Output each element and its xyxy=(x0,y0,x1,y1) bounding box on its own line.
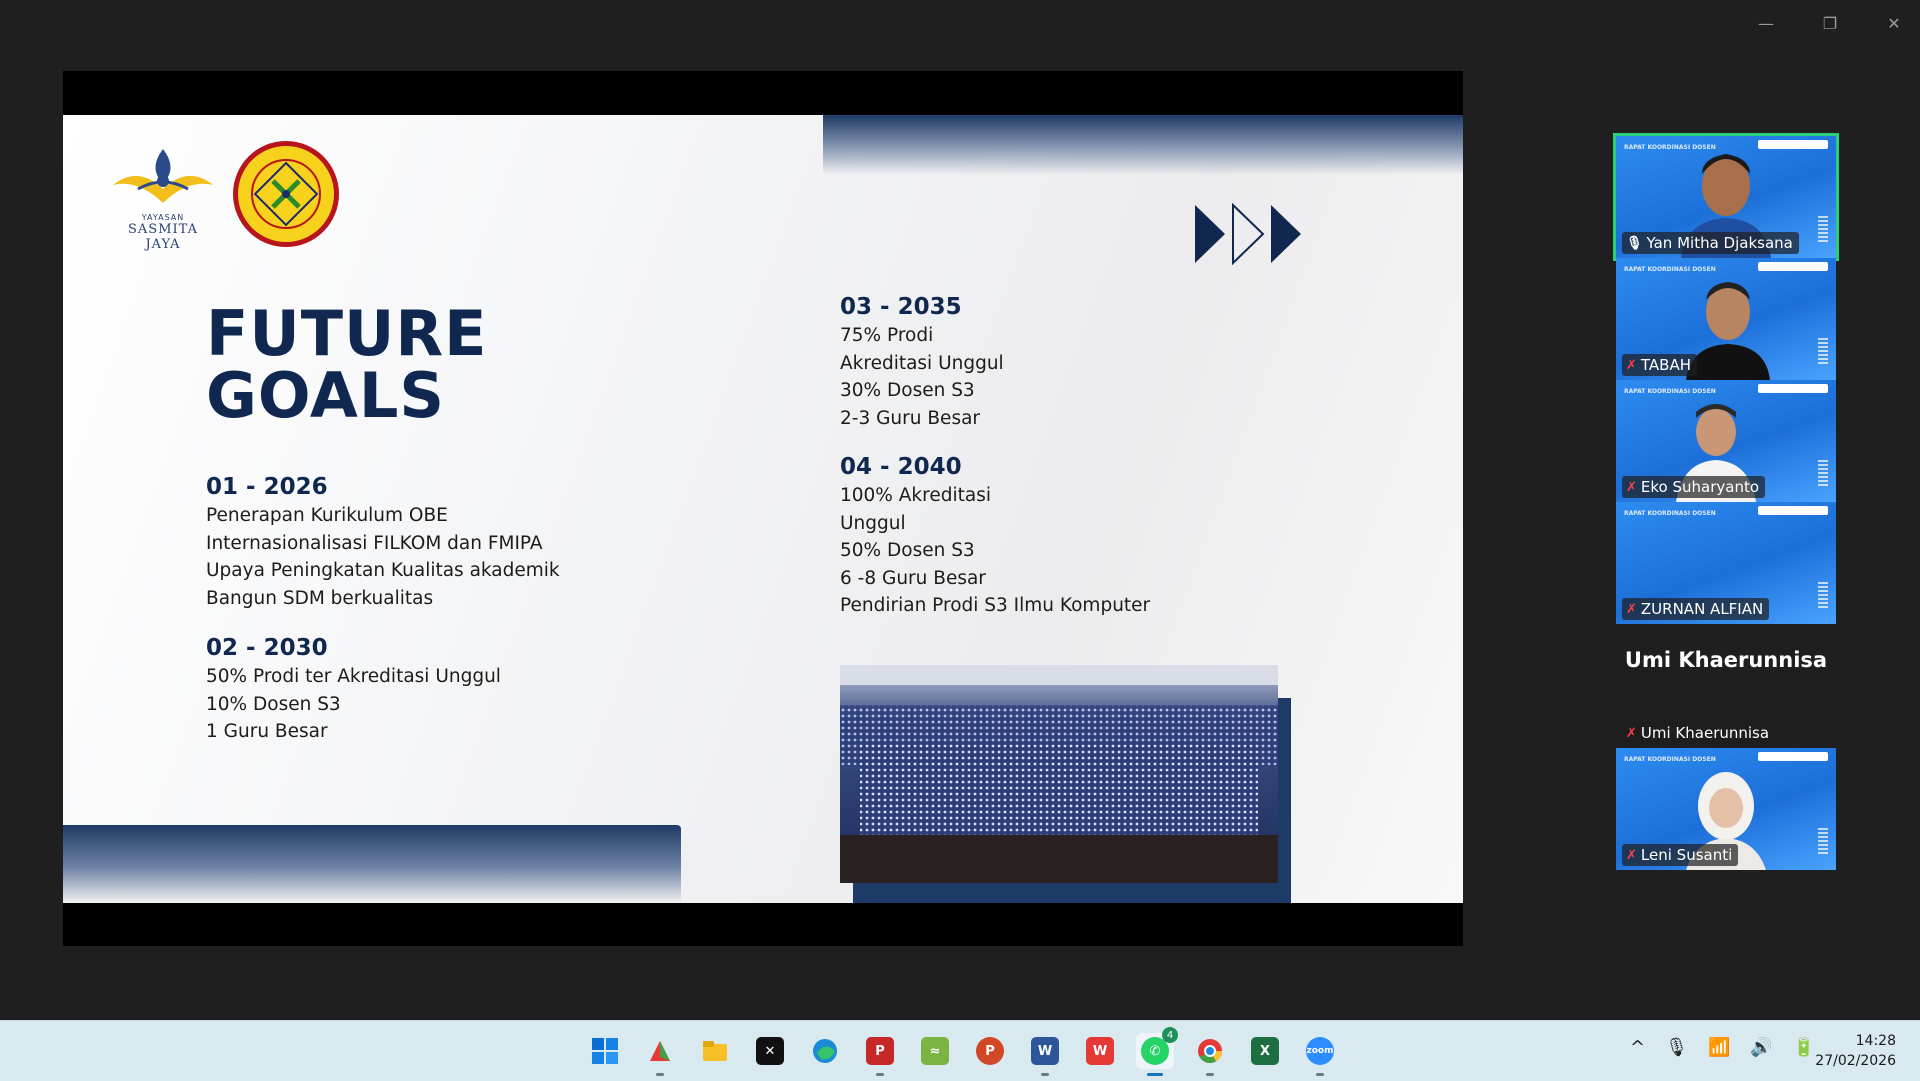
restore-icon[interactable]: ❐ xyxy=(1818,14,1842,33)
participant-tile[interactable]: RAPAT KOORDINASI DOSEN 🎙 Yan Mitha Djaksa… xyxy=(1613,133,1839,261)
chevron-up-icon[interactable]: ^ xyxy=(1630,1037,1645,1058)
goal-2026: 01 - 2026 Penerapan Kurikulum OBE Intern… xyxy=(206,474,560,609)
participant-tile[interactable]: RAPAT KOORDINASI DOSEN ✗ Leni Susanti xyxy=(1616,748,1836,870)
close-icon[interactable]: ✕ xyxy=(1882,14,1906,33)
taskbar-apps: ✕ P ≈ P W W ✆ 4 X zoom xyxy=(586,1027,1339,1076)
participant-tile[interactable]: RAPAT KOORDINASI DOSEN ✗ ZURNAN ALFIAN xyxy=(1616,502,1836,624)
system-tray: ^ 🎙 📶 🔊 🔋 xyxy=(1630,1037,1815,1058)
mic-muted-icon: ✗ xyxy=(1626,601,1637,617)
participant-name-tag: ✗ ZURNAN ALFIAN xyxy=(1622,598,1770,620)
yayasan-label: YAYASAN xyxy=(141,213,185,222)
app-generic-icon[interactable] xyxy=(641,1033,679,1076)
wps-office-icon[interactable]: W xyxy=(1081,1033,1119,1069)
notification-badge: 4 xyxy=(1162,1027,1178,1043)
clock[interactable]: 14:28 27/02/2026 xyxy=(1815,1031,1896,1071)
chrome-icon[interactable] xyxy=(1191,1033,1229,1076)
decor-bars xyxy=(1818,338,1828,364)
volume-icon[interactable]: 🔊 xyxy=(1750,1037,1772,1058)
pdf-editor-icon[interactable]: P xyxy=(861,1033,899,1076)
participant-tile[interactable]: RAPAT KOORDINASI DOSEN ✗ TABAH xyxy=(1616,258,1836,380)
unpam-seal-icon xyxy=(233,141,339,247)
goal-2030: 02 - 2030 50% Prodi ter Akreditasi Unggu… xyxy=(206,635,501,742)
file-explorer-icon[interactable] xyxy=(696,1033,734,1069)
participant-name-tag: ✗ TABAH xyxy=(1622,354,1697,376)
graduation-crowd-photo xyxy=(840,665,1278,883)
bottom-band xyxy=(63,825,681,903)
participant-tile-video-off[interactable]: Umi Khaerunnisa ✗ Umi Khaerunnisa xyxy=(1616,624,1836,748)
goal-2040: 04 - 2040 100% Akreditasi Unggul 50% Dos… xyxy=(840,454,1151,616)
word-icon[interactable]: W xyxy=(1026,1033,1064,1076)
microphone-icon[interactable]: 🎙 xyxy=(1665,1037,1688,1058)
logo-strip xyxy=(1758,506,1828,515)
mic-muted-icon: ✗ xyxy=(1626,479,1637,495)
participant-name-tag: 🎙 Yan Mitha Djaksana xyxy=(1622,232,1799,254)
window-controls: — ❐ ✕ xyxy=(1754,14,1906,33)
chevron-right-outline-icon xyxy=(1232,203,1265,265)
chevron-right-icon xyxy=(1195,205,1225,263)
excel-icon[interactable]: X xyxy=(1246,1033,1284,1069)
participant-name-tag: ✗ Umi Khaerunnisa xyxy=(1622,722,1776,744)
decor-bars xyxy=(1818,216,1828,242)
date: 27/02/2026 xyxy=(1815,1053,1896,1069)
spreadsheet-app-icon[interactable]: ≈ xyxy=(916,1033,954,1069)
mic-muted-icon: ✗ xyxy=(1626,847,1637,863)
chevron-arrows xyxy=(1193,203,1303,265)
mic-on-icon: 🎙 xyxy=(1626,235,1643,251)
powerpoint-icon[interactable]: P xyxy=(971,1033,1009,1069)
taskbar: ✕ P ≈ P W W ✆ 4 X zoom ^ 🎙 📶 🔊 🔋 14:28 27… xyxy=(0,1020,1920,1081)
battery-icon[interactable]: 🔋 xyxy=(1793,1037,1815,1058)
windows-start-icon[interactable] xyxy=(586,1033,624,1069)
decor-bars xyxy=(1818,582,1828,608)
participant-name-tag: ✗ Eko Suharyanto xyxy=(1622,476,1766,498)
whatsapp-icon[interactable]: ✆ 4 xyxy=(1136,1027,1178,1076)
capcut-icon[interactable]: ✕ xyxy=(751,1033,789,1069)
participant-panel: RAPAT KOORDINASI DOSEN 🎙 Yan Mitha Djaksa… xyxy=(1613,133,1839,870)
slide-title: FUTURE GOALS xyxy=(206,297,488,432)
goal-2035: 03 - 2035 75% Prodi Akreditasi Unggul 30… xyxy=(840,294,1004,429)
time: 14:28 xyxy=(1855,1033,1896,1049)
yayasan-emblem-icon xyxy=(113,149,213,203)
wifi-icon[interactable]: 📶 xyxy=(1708,1037,1730,1058)
decor-bars xyxy=(1818,828,1828,854)
participant-tile[interactable]: RAPAT KOORDINASI DOSEN ✗ Eko Suharyanto xyxy=(1616,380,1836,502)
minimize-icon[interactable]: — xyxy=(1754,14,1778,33)
mic-muted-icon: ✗ xyxy=(1626,725,1637,741)
yayasan-name: SASMITA JAYA xyxy=(128,222,198,252)
participant-name-tag: ✗ Leni Susanti xyxy=(1622,844,1739,866)
yayasan-logo: YAYASAN SASMITA JAYA xyxy=(108,145,218,252)
shared-screen: YAYASAN SASMITA JAYA FUTURE GOALS 01 - 2… xyxy=(63,71,1463,946)
chevron-right-icon xyxy=(1271,205,1301,263)
unpam-logo xyxy=(231,139,341,249)
top-band xyxy=(823,115,1463,175)
mic-muted-icon: ✗ xyxy=(1626,357,1637,373)
decor-bars xyxy=(1818,460,1828,486)
presentation-slide: YAYASAN SASMITA JAYA FUTURE GOALS 01 - 2… xyxy=(63,115,1463,903)
edge-icon[interactable] xyxy=(806,1033,844,1069)
zoom-icon[interactable]: zoom xyxy=(1301,1033,1339,1076)
